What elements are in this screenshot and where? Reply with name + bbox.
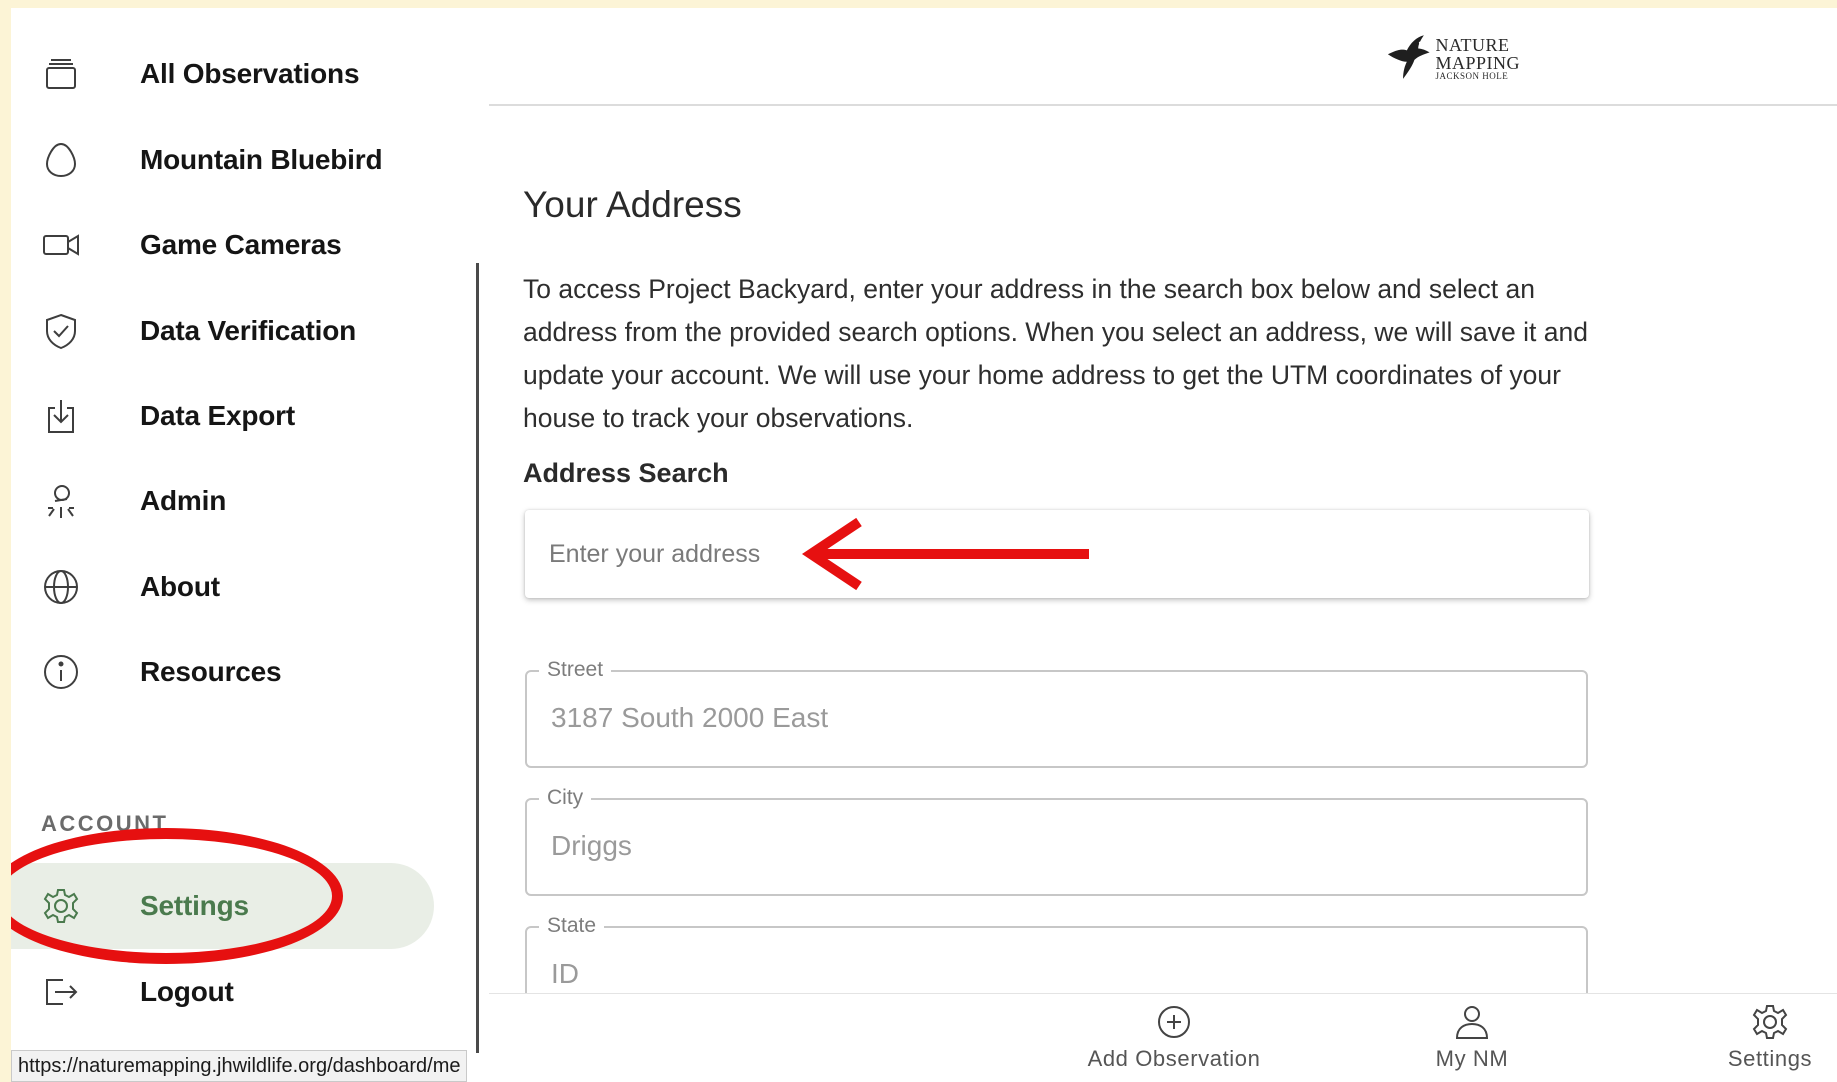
sidebar-item-label: Admin xyxy=(140,485,227,516)
gear-icon xyxy=(1752,1005,1788,1039)
bottom-nav-label: My NM xyxy=(1435,1046,1509,1071)
sidebar-scrollbar[interactable] xyxy=(476,263,479,1053)
sidebar-item-all-observations[interactable]: All Observations xyxy=(11,44,489,104)
page-title: Your Address xyxy=(523,184,742,225)
gear-icon xyxy=(41,886,81,926)
state-field-label: State xyxy=(539,914,605,938)
nature-mapping-logo[interactable]: NATURE MAPPING JACKSON HOLE xyxy=(1386,28,1520,88)
address-search-heading: Address Search xyxy=(523,458,729,488)
sidebar-item-label: All Observations xyxy=(140,58,360,89)
plus-circle-icon xyxy=(1158,1006,1190,1038)
bottom-nav-add-observation[interactable]: Add Observation xyxy=(1074,1002,1274,1082)
sidebar-item-about[interactable]: About xyxy=(11,557,489,617)
bottom-navigation: Add Observation My NM Settings xyxy=(489,993,1837,1082)
sidebar-item-label: Data Export xyxy=(140,400,295,431)
person-icon xyxy=(1455,1006,1489,1039)
globe-icon xyxy=(41,567,81,607)
state-field-value: ID xyxy=(551,958,579,989)
sidebar-item-label: Resources xyxy=(140,656,282,687)
sidebar-item-admin[interactable]: Admin xyxy=(11,471,489,531)
video-camera-icon xyxy=(41,225,81,265)
top-header: NATURE MAPPING JACKSON HOLE xyxy=(489,8,1837,106)
address-search-input[interactable] xyxy=(525,510,1589,598)
sidebar-item-label: Game Cameras xyxy=(140,229,342,260)
sidebar-item-label: Data Verification xyxy=(140,315,357,346)
app-window: All Observations Mountain Bluebird Game … xyxy=(11,8,1837,1082)
account-section-label: ACCOUNT xyxy=(41,811,169,836)
stack-icon xyxy=(41,54,81,94)
sidebar-item-label: Settings xyxy=(140,890,249,921)
download-icon xyxy=(41,396,81,436)
sidebar-item-data-verification[interactable]: Data Verification xyxy=(11,301,489,361)
sidebar-item-data-export[interactable]: Data Export xyxy=(11,386,489,446)
sidebar-item-label: Logout xyxy=(140,976,234,1007)
sidebar-item-game-cameras[interactable]: Game Cameras xyxy=(11,215,489,275)
street-field[interactable]: Street 3187 South 2000 East xyxy=(525,658,1588,768)
egg-icon xyxy=(41,140,81,180)
bottom-nav-label: Add Observation xyxy=(1087,1046,1261,1071)
city-field-value: Driggs xyxy=(551,830,632,861)
sidebar-item-logout[interactable]: Logout xyxy=(11,962,489,1022)
sidebar-item-mountain-bluebird[interactable]: Mountain Bluebird xyxy=(11,130,489,190)
shield-check-icon xyxy=(41,311,81,351)
info-icon xyxy=(41,652,81,692)
main-content: Your Address To access Project Backyard,… xyxy=(489,108,1837,993)
sidebar-item-label: About xyxy=(140,571,220,602)
street-field-value: 3187 South 2000 East xyxy=(551,702,829,733)
sidebar-item-resources[interactable]: Resources xyxy=(11,642,489,702)
logout-icon xyxy=(41,972,81,1012)
bird-logo-icon xyxy=(1387,35,1430,79)
status-bar-url: https://naturemapping.jhwildlife.org/das… xyxy=(11,1050,468,1082)
sidebar: All Observations Mountain Bluebird Game … xyxy=(11,8,489,1082)
sidebar-item-settings[interactable]: Settings xyxy=(11,863,489,949)
sidebar-item-label: Mountain Bluebird xyxy=(140,144,383,175)
city-field-label: City xyxy=(539,786,592,810)
street-field-label: Street xyxy=(539,658,612,682)
bottom-nav-my-nm[interactable]: My NM xyxy=(1372,1002,1572,1082)
intro-text: To access Project Backyard, enter your a… xyxy=(523,274,1588,433)
bottom-nav-label: Settings xyxy=(1727,1046,1813,1071)
admin-user-icon xyxy=(41,481,81,521)
logo-text: NATURE MAPPING JACKSON HOLE xyxy=(1435,34,1520,81)
city-field[interactable]: City Driggs xyxy=(525,786,1588,896)
bottom-nav-settings[interactable]: Settings xyxy=(1670,1002,1837,1082)
state-field[interactable]: State ID xyxy=(525,914,1588,993)
